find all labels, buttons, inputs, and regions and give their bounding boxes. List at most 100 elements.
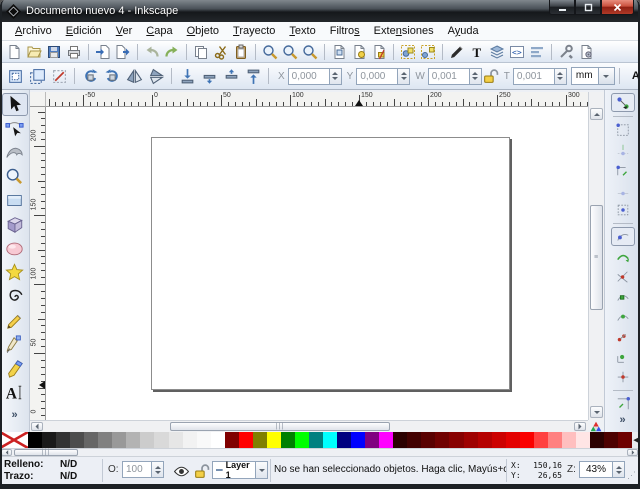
menu-item-edición[interactable]: Edición (59, 23, 109, 39)
snap-bbox-corners-icon[interactable] (611, 160, 635, 179)
snap-nodes-icon[interactable] (611, 227, 635, 246)
palette-scrollbar[interactable]: ||| (0, 448, 640, 457)
raise-icon[interactable] (220, 65, 242, 87)
tool-zoom[interactable] (2, 165, 28, 188)
color-swatch[interactable] (323, 432, 337, 448)
color-swatch[interactable] (225, 432, 239, 448)
undo-icon[interactable] (142, 42, 162, 62)
snap-bbox-icon[interactable] (611, 120, 635, 139)
unlink-clone-icon[interactable] (369, 42, 389, 62)
vertical-ruler[interactable]: 200150100500 (30, 107, 46, 420)
color-swatch[interactable] (140, 432, 154, 448)
lock-ratio-button[interactable] (482, 65, 499, 87)
import-icon[interactable] (93, 42, 113, 62)
color-swatch[interactable] (253, 432, 267, 448)
snap-bbox-edges-icon[interactable] (611, 140, 635, 159)
tool-pencil[interactable] (2, 309, 28, 332)
zoom-spinner[interactable] (613, 461, 625, 478)
stroke-value[interactable]: N/D (60, 471, 77, 482)
height-field[interactable]: 0,001 (513, 68, 567, 85)
snap-smooth-nodes-icon[interactable] (611, 307, 635, 326)
color-swatch[interactable] (211, 432, 225, 448)
rotate-ccw-icon[interactable] (79, 65, 101, 87)
menu-item-extensiones[interactable]: Extensiones (367, 23, 441, 39)
new-document-icon[interactable] (4, 42, 24, 62)
snapbar-overflow-chevron[interactable]: » (619, 414, 625, 426)
snap-midpoints-icon[interactable] (611, 327, 635, 346)
menu-item-archivo[interactable]: Archivo (8, 23, 59, 39)
palette-scroll-thumb[interactable]: ||| (14, 449, 78, 456)
horizontal-ruler[interactable]: -50050100150200250300350 (46, 92, 588, 107)
color-managed-view-button[interactable] (588, 420, 604, 432)
horizontal-scroll-thumb[interactable]: ||| (170, 422, 390, 431)
x-field[interactable]: 0,000 (288, 68, 342, 85)
height-spinner[interactable] (555, 68, 567, 85)
duplicate-icon[interactable] (329, 42, 349, 62)
snap-page-border-icon[interactable] (611, 394, 635, 413)
palette-scroll-left-icon[interactable] (1, 449, 12, 456)
swatch-none[interactable] (0, 432, 28, 448)
canvas[interactable] (46, 107, 588, 420)
color-swatch[interactable] (407, 432, 421, 448)
color-swatch[interactable] (534, 432, 548, 448)
title-bar[interactable]: Documento nuevo 4 - Inkscape (0, 0, 640, 22)
color-swatch[interactable] (295, 432, 309, 448)
color-swatch[interactable] (421, 432, 435, 448)
minimize-button[interactable] (549, 0, 575, 15)
text-dialog-icon[interactable]: T (467, 42, 487, 62)
tool-pen[interactable] (2, 333, 28, 356)
layers-dialog-icon[interactable] (487, 42, 507, 62)
scroll-up-icon[interactable] (590, 108, 603, 120)
cut-icon[interactable] (211, 42, 231, 62)
preferences-icon[interactable] (556, 42, 576, 62)
opacity-spinner[interactable] (152, 461, 164, 478)
scroll-down-icon[interactable] (590, 406, 603, 418)
color-swatch[interactable] (478, 432, 492, 448)
y-field[interactable]: 0,000 (356, 68, 410, 85)
menu-item-trayecto[interactable]: Trayecto (226, 23, 282, 39)
maximize-button[interactable] (575, 0, 601, 15)
color-swatch[interactable] (604, 432, 618, 448)
menu-item-filtros[interactable]: Filtros (323, 23, 367, 39)
palette-scroll-right-icon[interactable] (627, 449, 638, 456)
units-combo[interactable]: mm (571, 67, 615, 85)
menu-item-objeto[interactable]: Objeto (180, 23, 226, 39)
deselect-icon[interactable] (48, 65, 70, 87)
color-swatch[interactable] (183, 432, 197, 448)
document-properties-icon[interactable] (576, 42, 596, 62)
save-icon[interactable] (44, 42, 64, 62)
tool-spiral[interactable] (2, 285, 28, 308)
layer-visibility-eye-icon[interactable] (170, 460, 192, 482)
paste-icon[interactable] (231, 42, 251, 62)
color-swatch[interactable] (618, 432, 632, 448)
raise-to-top-icon[interactable] (242, 65, 264, 87)
xml-editor-icon[interactable]: <> (507, 42, 527, 62)
layer-selector[interactable]: Layer 1 (212, 461, 268, 479)
color-swatch[interactable] (548, 432, 562, 448)
color-swatch[interactable] (267, 432, 281, 448)
y-spinner[interactable] (398, 68, 410, 85)
menu-item-ver[interactable]: Ver (109, 23, 140, 39)
menu-item-ayuda[interactable]: Ayuda (441, 23, 486, 39)
color-swatch[interactable] (365, 432, 379, 448)
color-swatch[interactable] (464, 432, 478, 448)
color-swatch[interactable] (393, 432, 407, 448)
close-button[interactable] (601, 0, 634, 15)
rotate-cw-icon[interactable] (101, 65, 123, 87)
color-swatch[interactable] (239, 432, 253, 448)
color-swatch[interactable] (126, 432, 140, 448)
toolbox-overflow-chevron[interactable]: » (11, 409, 17, 421)
zoom-selection-icon[interactable] (260, 42, 280, 62)
snap-bbox-edge-midpoints-icon[interactable] (611, 180, 635, 199)
redo-icon[interactable] (162, 42, 182, 62)
color-swatch[interactable] (56, 432, 70, 448)
color-swatch[interactable] (42, 432, 56, 448)
snap-cusp-nodes-icon[interactable] (611, 287, 635, 306)
snap-object-centers-icon[interactable] (611, 347, 635, 366)
color-swatch[interactable] (197, 432, 211, 448)
color-swatch[interactable] (337, 432, 351, 448)
menu-item-capa[interactable]: Capa (139, 23, 179, 39)
snap-paths-icon[interactable] (611, 247, 635, 266)
color-swatch[interactable] (169, 432, 183, 448)
layer-dropdown-icon[interactable] (256, 461, 268, 479)
